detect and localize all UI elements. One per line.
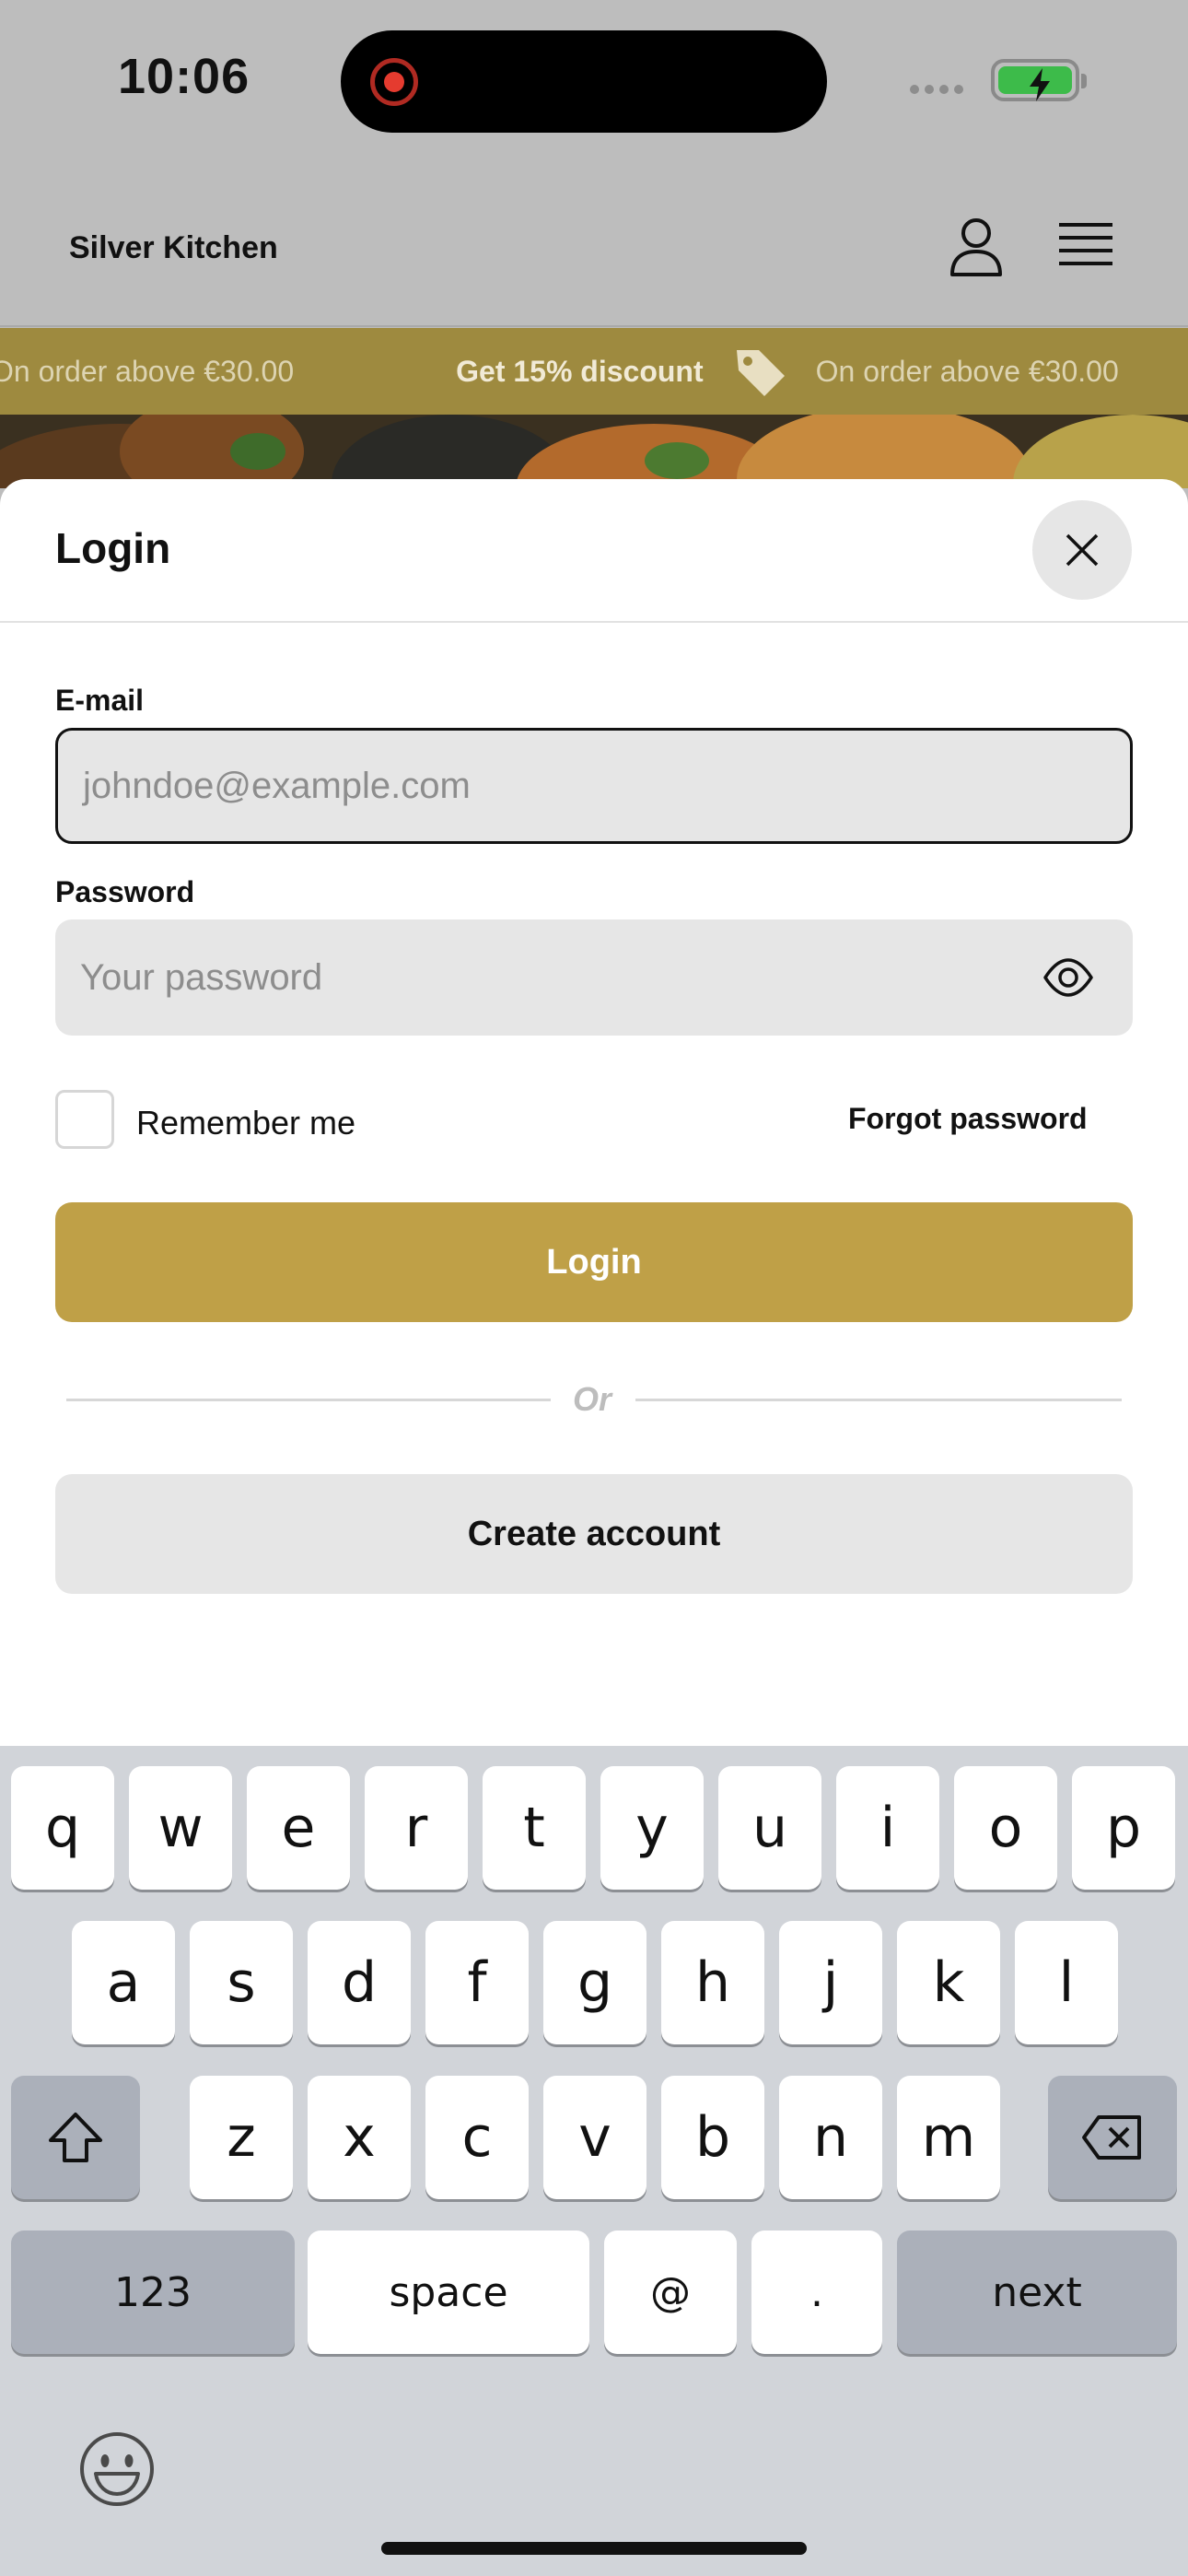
create-account-button[interactable]: Create account <box>55 1474 1133 1594</box>
promo-text: On order above €30.00 <box>0 354 295 388</box>
promo-banner: On order above €30.00 Get 15% discount O… <box>0 328 1188 415</box>
promo-discount-text: Get 15% discount <box>456 354 704 388</box>
key[interactable]: i <box>836 1766 939 1890</box>
key[interactable]: p <box>1072 1766 1175 1890</box>
key[interactable]: r <box>365 1766 468 1890</box>
key[interactable]: j <box>779 1921 882 2044</box>
menu-icon[interactable] <box>1057 221 1114 269</box>
shift-key[interactable] <box>11 2076 140 2199</box>
key[interactable]: s <box>190 1921 293 2044</box>
numbers-key[interactable]: 123 <box>11 2231 295 2354</box>
key[interactable]: d <box>308 1921 411 2044</box>
emoji-icon[interactable] <box>76 2428 158 2511</box>
password-label: Password <box>55 875 195 908</box>
space-key[interactable]: space <box>308 2231 589 2354</box>
key[interactable]: h <box>661 1921 764 2044</box>
key[interactable]: m <box>897 2076 1000 2199</box>
key[interactable]: n <box>779 2076 882 2199</box>
shift-icon <box>49 2113 102 2162</box>
divider <box>635 1399 1122 1401</box>
or-divider-text: Or <box>573 1380 612 1418</box>
status-bar: 10:06 <box>0 0 1188 166</box>
divider <box>66 1399 551 1401</box>
app-header: Silver Kitchen <box>0 166 1188 327</box>
brand-name[interactable]: Silver Kitchen <box>69 230 278 266</box>
key[interactable]: v <box>543 2076 646 2199</box>
key[interactable]: y <box>600 1766 704 1890</box>
email-label: E-mail <box>55 684 145 717</box>
home-indicator <box>381 2542 807 2555</box>
close-button[interactable] <box>1032 500 1132 600</box>
remember-me-checkbox[interactable] <box>55 1090 114 1149</box>
tag-icon <box>736 350 785 396</box>
key[interactable]: a <box>72 1921 175 2044</box>
key[interactable]: q <box>11 1766 114 1890</box>
hero-image <box>0 415 1188 488</box>
email-field[interactable]: johndoe@example.com <box>55 728 1133 844</box>
signal-icon <box>910 85 963 94</box>
keyboard: q w e r t y u i o p a s d f g h j k l z … <box>0 1746 1188 2576</box>
key[interactable]: w <box>129 1766 232 1890</box>
key[interactable]: l <box>1015 1921 1118 2044</box>
remember-me-label[interactable]: Remember me <box>136 1104 355 1142</box>
key[interactable]: e <box>247 1766 350 1890</box>
period-key[interactable]: . <box>751 2231 882 2354</box>
status-time: 10:06 <box>118 49 250 104</box>
key[interactable]: t <box>483 1766 586 1890</box>
key[interactable]: x <box>308 2076 411 2199</box>
key[interactable]: z <box>190 2076 293 2199</box>
key[interactable]: g <box>543 1921 646 2044</box>
at-key[interactable]: @ <box>604 2231 737 2354</box>
key[interactable]: b <box>661 2076 764 2199</box>
battery-charging-icon <box>991 59 1087 101</box>
backspace-icon <box>1082 2115 1141 2160</box>
login-sheet: Login E-mail johndoe@example.com Passwor… <box>0 479 1188 1746</box>
record-indicator-icon <box>370 58 418 106</box>
key[interactable]: u <box>718 1766 821 1890</box>
dynamic-island <box>341 30 827 133</box>
user-icon[interactable] <box>949 217 1004 277</box>
backspace-key[interactable] <box>1048 2076 1177 2199</box>
divider <box>0 621 1188 623</box>
forgot-password-link[interactable]: Forgot password <box>848 1102 1088 1136</box>
key[interactable]: o <box>954 1766 1057 1890</box>
next-key[interactable]: next <box>897 2231 1177 2354</box>
close-icon <box>1066 533 1099 567</box>
login-button[interactable]: Login <box>55 1202 1133 1322</box>
key[interactable]: k <box>897 1921 1000 2044</box>
key[interactable]: c <box>425 2076 529 2199</box>
eye-icon[interactable] <box>1042 955 1094 1000</box>
sheet-title: Login <box>55 524 171 572</box>
key[interactable]: f <box>425 1921 529 2044</box>
password-field[interactable]: Your password <box>55 919 1133 1036</box>
promo-text: On order above €30.00 <box>815 354 1119 388</box>
